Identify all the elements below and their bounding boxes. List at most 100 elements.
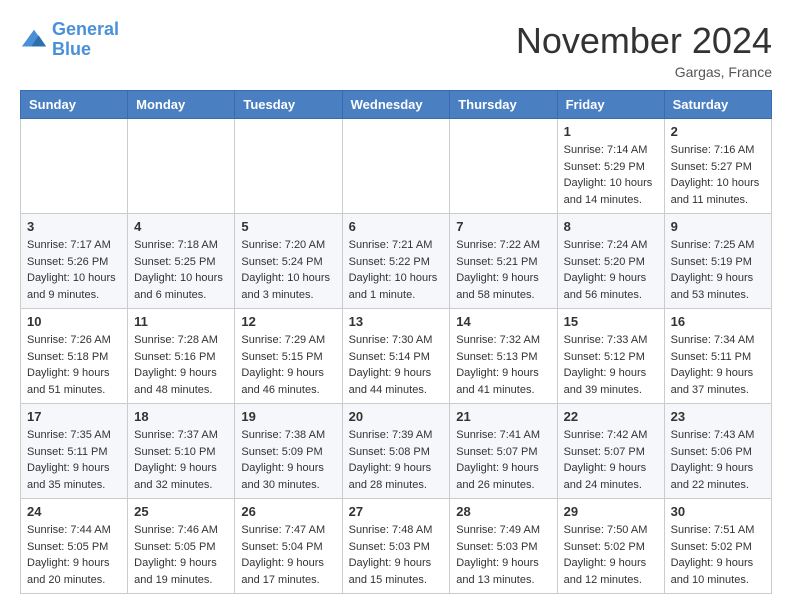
- logo-text: General Blue: [52, 20, 119, 60]
- day-cell-8: 8 Sunrise: 7:24 AM Sunset: 5:20 PM Daylig…: [557, 214, 664, 309]
- day-cell-20: 20 Sunrise: 7:39 AM Sunset: 5:08 PM Dayli…: [342, 404, 450, 499]
- day-info: Sunrise: 7:29 AM Sunset: 5:15 PM Dayligh…: [241, 332, 335, 398]
- day-cell-21: 21 Sunrise: 7:41 AM Sunset: 5:07 PM Dayli…: [450, 404, 557, 499]
- day-info: Sunrise: 7:17 AM Sunset: 5:26 PM Dayligh…: [27, 237, 121, 303]
- day-cell-13: 13 Sunrise: 7:30 AM Sunset: 5:14 PM Dayli…: [342, 309, 450, 404]
- day-number: 13: [349, 314, 444, 329]
- day-cell-23: 23 Sunrise: 7:43 AM Sunset: 5:06 PM Dayli…: [664, 404, 771, 499]
- day-info: Sunrise: 7:49 AM Sunset: 5:03 PM Dayligh…: [456, 522, 550, 588]
- week-row-4: 17 Sunrise: 7:35 AM Sunset: 5:11 PM Dayli…: [21, 404, 772, 499]
- logo-icon: [20, 26, 48, 54]
- day-number: 16: [671, 314, 765, 329]
- weekday-header-wednesday: Wednesday: [342, 91, 450, 119]
- day-cell-10: 10 Sunrise: 7:26 AM Sunset: 5:18 PM Dayli…: [21, 309, 128, 404]
- month-title: November 2024: [516, 20, 772, 62]
- day-number: 14: [456, 314, 550, 329]
- week-row-1: 1Sunrise: 7:14 AM Sunset: 5:29 PM Daylig…: [21, 119, 772, 214]
- day-cell-17: 17 Sunrise: 7:35 AM Sunset: 5:11 PM Dayli…: [21, 404, 128, 499]
- logo: General Blue: [20, 20, 119, 60]
- day-number: 23: [671, 409, 765, 424]
- day-info: Sunrise: 7:24 AM Sunset: 5:20 PM Dayligh…: [564, 237, 658, 303]
- day-number: 6: [349, 219, 444, 234]
- day-info: Sunrise: 7:26 AM Sunset: 5:18 PM Dayligh…: [27, 332, 121, 398]
- day-info: Sunrise: 7:37 AM Sunset: 5:10 PM Dayligh…: [134, 427, 228, 493]
- week-row-2: 3 Sunrise: 7:17 AM Sunset: 5:26 PM Daylig…: [21, 214, 772, 309]
- day-info: Sunrise: 7:51 AM Sunset: 5:02 PM Dayligh…: [671, 522, 765, 588]
- weekday-header-tuesday: Tuesday: [235, 91, 342, 119]
- day-info: Sunrise: 7:25 AM Sunset: 5:19 PM Dayligh…: [671, 237, 765, 303]
- day-info: Sunrise: 7:47 AM Sunset: 5:04 PM Dayligh…: [241, 522, 335, 588]
- day-info: Sunrise: 7:42 AM Sunset: 5:07 PM Dayligh…: [564, 427, 658, 493]
- header: General Blue November 2024 Gargas, Franc…: [20, 20, 772, 80]
- day-cell-12: 12 Sunrise: 7:29 AM Sunset: 5:15 PM Dayli…: [235, 309, 342, 404]
- day-info: Sunrise: 7:20 AM Sunset: 5:24 PM Dayligh…: [241, 237, 335, 303]
- day-number: 7: [456, 219, 550, 234]
- day-number: 4: [134, 219, 228, 234]
- day-cell-28: 28 Sunrise: 7:49 AM Sunset: 5:03 PM Dayli…: [450, 499, 557, 594]
- day-info: Sunrise: 7:33 AM Sunset: 5:12 PM Dayligh…: [564, 332, 658, 398]
- day-cell-16: 16Sunrise: 7:34 AM Sunset: 5:11 PM Dayli…: [664, 309, 771, 404]
- day-cell-2: 2 Sunrise: 7:16 AM Sunset: 5:27 PM Daylig…: [664, 119, 771, 214]
- weekday-header-thursday: Thursday: [450, 91, 557, 119]
- day-number: 22: [564, 409, 658, 424]
- day-number: 11: [134, 314, 228, 329]
- day-cell-11: 11Sunrise: 7:28 AM Sunset: 5:16 PM Dayli…: [128, 309, 235, 404]
- empty-cell: [235, 119, 342, 214]
- day-info: Sunrise: 7:16 AM Sunset: 5:27 PM Dayligh…: [671, 142, 765, 208]
- day-cell-30: 30Sunrise: 7:51 AM Sunset: 5:02 PM Dayli…: [664, 499, 771, 594]
- day-info: Sunrise: 7:38 AM Sunset: 5:09 PM Dayligh…: [241, 427, 335, 493]
- day-cell-1: 1Sunrise: 7:14 AM Sunset: 5:29 PM Daylig…: [557, 119, 664, 214]
- day-number: 10: [27, 314, 121, 329]
- day-cell-4: 4 Sunrise: 7:18 AM Sunset: 5:25 PM Daylig…: [128, 214, 235, 309]
- day-info: Sunrise: 7:14 AM Sunset: 5:29 PM Dayligh…: [564, 142, 658, 208]
- empty-cell: [128, 119, 235, 214]
- day-number: 9: [671, 219, 765, 234]
- title-block: November 2024 Gargas, France: [516, 20, 772, 80]
- empty-cell: [450, 119, 557, 214]
- day-info: Sunrise: 7:22 AM Sunset: 5:21 PM Dayligh…: [456, 237, 550, 303]
- day-info: Sunrise: 7:35 AM Sunset: 5:11 PM Dayligh…: [27, 427, 121, 493]
- weekday-header-sunday: Sunday: [21, 91, 128, 119]
- day-info: Sunrise: 7:18 AM Sunset: 5:25 PM Dayligh…: [134, 237, 228, 303]
- logo-line2: Blue: [52, 39, 91, 59]
- day-info: Sunrise: 7:39 AM Sunset: 5:08 PM Dayligh…: [349, 427, 444, 493]
- day-cell-7: 7 Sunrise: 7:22 AM Sunset: 5:21 PM Daylig…: [450, 214, 557, 309]
- day-info: Sunrise: 7:44 AM Sunset: 5:05 PM Dayligh…: [27, 522, 121, 588]
- day-number: 2: [671, 124, 765, 139]
- day-number: 24: [27, 504, 121, 519]
- day-info: Sunrise: 7:43 AM Sunset: 5:06 PM Dayligh…: [671, 427, 765, 493]
- day-number: 25: [134, 504, 228, 519]
- day-cell-29: 29Sunrise: 7:50 AM Sunset: 5:02 PM Dayli…: [557, 499, 664, 594]
- weekday-header-saturday: Saturday: [664, 91, 771, 119]
- day-info: Sunrise: 7:30 AM Sunset: 5:14 PM Dayligh…: [349, 332, 444, 398]
- calendar-table: SundayMondayTuesdayWednesdayThursdayFrid…: [20, 90, 772, 594]
- weekday-header-friday: Friday: [557, 91, 664, 119]
- day-cell-19: 19 Sunrise: 7:38 AM Sunset: 5:09 PM Dayli…: [235, 404, 342, 499]
- day-number: 26: [241, 504, 335, 519]
- day-number: 28: [456, 504, 550, 519]
- empty-cell: [21, 119, 128, 214]
- day-cell-24: 24 Sunrise: 7:44 AM Sunset: 5:05 PM Dayli…: [21, 499, 128, 594]
- day-number: 19: [241, 409, 335, 424]
- day-cell-18: 18Sunrise: 7:37 AM Sunset: 5:10 PM Dayli…: [128, 404, 235, 499]
- day-number: 8: [564, 219, 658, 234]
- empty-cell: [342, 119, 450, 214]
- day-number: 29: [564, 504, 658, 519]
- day-cell-6: 6Sunrise: 7:21 AM Sunset: 5:22 PM Daylig…: [342, 214, 450, 309]
- day-number: 3: [27, 219, 121, 234]
- day-info: Sunrise: 7:41 AM Sunset: 5:07 PM Dayligh…: [456, 427, 550, 493]
- day-info: Sunrise: 7:46 AM Sunset: 5:05 PM Dayligh…: [134, 522, 228, 588]
- day-cell-9: 9 Sunrise: 7:25 AM Sunset: 5:19 PM Daylig…: [664, 214, 771, 309]
- day-number: 21: [456, 409, 550, 424]
- day-cell-3: 3 Sunrise: 7:17 AM Sunset: 5:26 PM Daylig…: [21, 214, 128, 309]
- weekday-header-row: SundayMondayTuesdayWednesdayThursdayFrid…: [21, 91, 772, 119]
- day-cell-25: 25 Sunrise: 7:46 AM Sunset: 5:05 PM Dayli…: [128, 499, 235, 594]
- logo-line1: General: [52, 19, 119, 39]
- day-cell-14: 14 Sunrise: 7:32 AM Sunset: 5:13 PM Dayli…: [450, 309, 557, 404]
- location: Gargas, France: [516, 64, 772, 80]
- day-number: 17: [27, 409, 121, 424]
- day-cell-15: 15Sunrise: 7:33 AM Sunset: 5:12 PM Dayli…: [557, 309, 664, 404]
- day-number: 20: [349, 409, 444, 424]
- day-info: Sunrise: 7:32 AM Sunset: 5:13 PM Dayligh…: [456, 332, 550, 398]
- day-number: 12: [241, 314, 335, 329]
